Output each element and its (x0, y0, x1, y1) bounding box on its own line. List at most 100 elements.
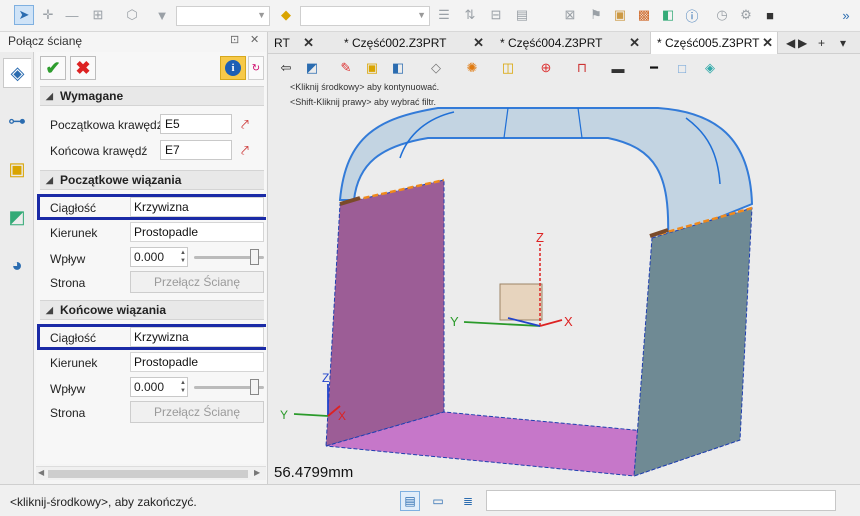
section-end-constraints[interactable]: ◢ Końcowe wiązania (40, 300, 264, 320)
close-icon[interactable]: ✕ (250, 33, 259, 46)
side-tabs: ◈ ⊶ ▣ ◩ ◕ (0, 52, 34, 484)
history-icon[interactable]: ◷ (712, 5, 732, 25)
info-icon[interactable]: ⓘ (682, 5, 702, 25)
minus-icon[interactable]: — (62, 5, 82, 25)
tab-czesc002[interactable]: * Część002.Z3PRT ✕ (338, 32, 488, 54)
scroll-left-icon[interactable]: ◀ (38, 468, 44, 477)
folder-icon[interactable]: ▣ (610, 5, 630, 25)
end-influence-label: Wpływ (50, 382, 86, 396)
side-tab-tree-icon[interactable]: ⊶ (3, 106, 31, 136)
collapse-triangle-icon: ◢ (46, 305, 53, 315)
status-text-mode-icon[interactable]: ▤ (400, 491, 420, 511)
end-switch-face-button[interactable]: Przełącz Ścianę (130, 401, 264, 423)
filter-icon[interactable]: ▼ (152, 5, 172, 25)
start-direction-label: Kierunek (50, 226, 98, 240)
command-input[interactable] (486, 490, 836, 511)
tag-icon[interactable]: ⊠ (560, 5, 580, 25)
pin-icon[interactable]: ⊡ (230, 33, 239, 46)
align-icon[interactable]: ☰ (434, 5, 454, 25)
status-monitor-icon[interactable]: ▭ (428, 491, 448, 511)
side-tab-features-icon[interactable]: ◈ (3, 58, 31, 88)
tab-czesc004[interactable]: * Część004.Z3PRT ✕ (494, 32, 644, 54)
close-tab-icon[interactable]: ✕ (762, 32, 773, 54)
tab-czesc005[interactable]: * Część005.Z3PRT ✕ (650, 32, 778, 54)
end-direction-select[interactable]: Prostopadle (130, 352, 264, 372)
start-direction-select[interactable]: Prostopadle (130, 222, 264, 242)
start-edge-field[interactable]: E5 (160, 114, 232, 134)
collapse-triangle-icon: ◢ (46, 91, 53, 101)
measure-icon[interactable]: ⊟ (486, 5, 506, 25)
scroll-right-icon[interactable]: ▶ (254, 468, 260, 477)
info-button[interactable]: i (220, 56, 246, 80)
expand-chevron-icon[interactable]: » (836, 5, 856, 25)
start-influence-spinner[interactable]: 0.000 ▲ ▼ (130, 247, 188, 267)
history-button[interactable]: ↻ (248, 56, 264, 80)
side-tab-render-icon[interactable]: ◩ (3, 202, 31, 232)
panel-hscrollbar[interactable]: ◀ ▶ (36, 466, 266, 480)
end-continuity-select[interactable]: Krzywizna (130, 327, 264, 347)
join-face-panel: Połącz ścianę ⊡ ✕ ◈ ⊶ ▣ ◩ ◕ ✔ ✖ i ↻ ◢ Wy… (0, 32, 268, 484)
document-tabs: RT ✕ * Część002.Z3PRT ✕ * Część004.Z3PRT ✕ … (268, 32, 860, 54)
grid-snap-icon[interactable]: ⊞ (88, 5, 108, 25)
left-face (325, 179, 445, 447)
start-edge-pick-icon[interactable]: ⤤ (234, 114, 256, 134)
collapse-triangle-icon: ◢ (46, 175, 53, 185)
tab-add-icon[interactable]: + (818, 32, 825, 54)
layers-icon[interactable]: ▤ (512, 5, 532, 25)
side-tab-part-icon[interactable]: ▣ (3, 154, 31, 184)
corner-x-label: X (338, 409, 346, 423)
view-orient-icon[interactable]: ◆ (276, 5, 296, 25)
start-edge-label: Początkowa krawędź (50, 118, 163, 132)
end-influence-slider-thumb[interactable] (249, 379, 259, 395)
view-combo[interactable]: ▼ (300, 6, 430, 26)
model-view[interactable]: Z X Y Z Y X (268, 54, 860, 484)
start-influence-label: Wpływ (50, 252, 86, 266)
start-continuity-select[interactable]: Krzywizna (130, 197, 264, 217)
cancel-button[interactable]: ✖ (70, 56, 96, 80)
close-tab-icon[interactable]: ✕ (303, 32, 314, 54)
x-axis-line (539, 319, 563, 327)
status-list-icon[interactable]: ≣ (458, 491, 478, 511)
start-side-label: Strona (50, 276, 86, 290)
end-edge-label: Końcowa krawędź (50, 144, 148, 158)
start-continuity-label: Ciągłość (50, 201, 97, 215)
settings-icon[interactable]: ⚙ (736, 5, 756, 25)
panel-title: Połącz ścianę (8, 34, 83, 48)
picture-icon[interactable]: ▩ (634, 5, 654, 25)
close-tab-icon[interactable]: ✕ (473, 32, 484, 54)
section-start-constraints[interactable]: ◢ Początkowe wiązania (40, 170, 264, 190)
move-icon[interactable]: ✛ (38, 5, 58, 25)
chip-icon[interactable]: ◧ (658, 5, 678, 25)
axis-x-label: X (564, 314, 573, 329)
sort-icon[interactable]: ⇅ (460, 5, 480, 25)
tab-rt[interactable]: RT ✕ (268, 32, 318, 54)
start-switch-face-button[interactable]: Przełącz Ścianę (130, 271, 264, 293)
scroll-thumb[interactable] (48, 470, 248, 478)
datum-plane (499, 283, 543, 321)
polygon-icon[interactable]: ⬡ (122, 5, 142, 25)
3d-viewport[interactable]: ⇦ ◩ ✎ ▣ ◧ ◇ ✺ ◫ ⊕ ⊓ ▬ ━ □ ◈ <Kliknij śro… (268, 54, 860, 484)
corner-y-axis (293, 413, 329, 417)
end-edge-field[interactable]: E7 (160, 140, 232, 160)
tab-list-icon[interactable]: ▾ (840, 32, 846, 54)
status-bar: <kliknij-środkowy>, aby zakończyć. ▤ ▭ ≣ (0, 484, 860, 516)
ok-button[interactable]: ✔ (40, 56, 66, 80)
pointer-icon[interactable]: ➤ (14, 5, 34, 25)
end-side-label: Strona (50, 406, 86, 420)
filter-combo[interactable]: ▼ (176, 6, 270, 26)
end-direction-label: Kierunek (50, 356, 98, 370)
axis-y-label: Y (450, 314, 459, 329)
flag-icon[interactable]: ⚑ (586, 5, 606, 25)
tab-prev-icon[interactable]: ◀ (786, 32, 795, 54)
side-tab-user-icon[interactable]: ◕ (3, 250, 31, 280)
status-message: <kliknij-środkowy>, aby zakończyć. (10, 495, 197, 509)
section-required[interactable]: ◢ Wymagane (40, 86, 264, 106)
right-face (633, 207, 753, 477)
end-edge-pick-icon[interactable]: ⤤ (234, 140, 256, 160)
tab-next-icon[interactable]: ▶ (798, 32, 807, 54)
end-influence-spinner[interactable]: 0.000 ▲ ▼ (130, 377, 188, 397)
corner-z-label: Z (322, 371, 329, 385)
close-tab-icon[interactable]: ✕ (629, 32, 640, 54)
stop-icon[interactable]: ■ (760, 5, 780, 25)
start-influence-slider-thumb[interactable] (249, 249, 259, 265)
